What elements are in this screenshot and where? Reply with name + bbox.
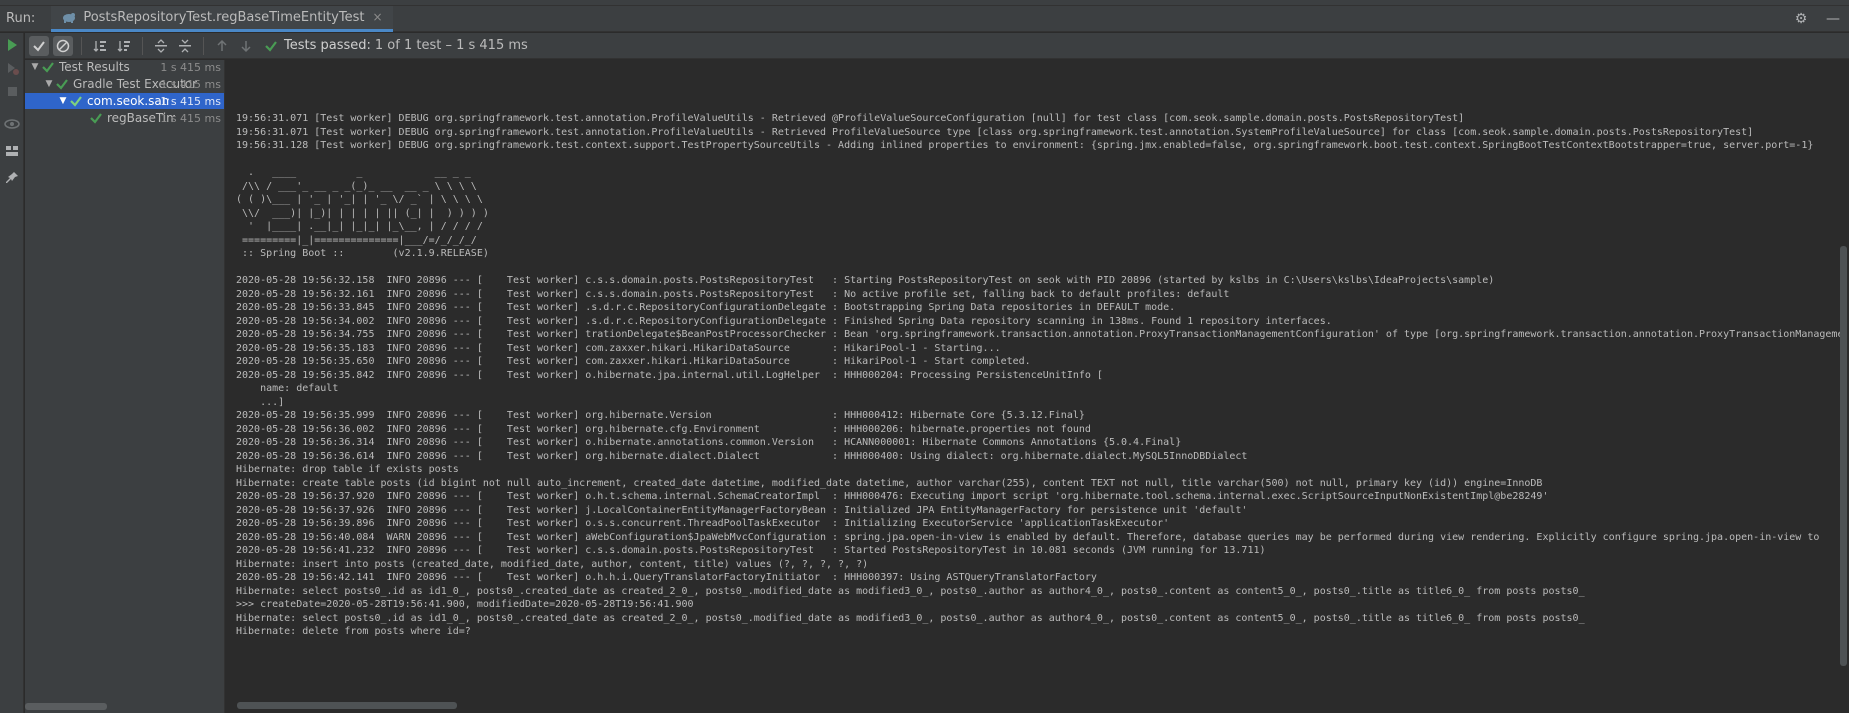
toolbar-separator <box>142 36 143 55</box>
run-tab-title: PostsRepositoryTest.regBaseTimeEntityTes… <box>83 9 365 25</box>
test-tree: ▼ Test Results 1 s 415 ms ▼ Gradle Test … <box>25 60 225 713</box>
tests-status-label: Tests passed: <box>284 38 371 53</box>
expand-all-icon[interactable] <box>151 36 171 56</box>
console-line: Hibernate: select posts0_.id as id1_0_, … <box>236 612 1585 624</box>
console-line: ' |____| .__|_| |_|_| |_\__, | / / / / <box>236 221 483 232</box>
collapse-arrow-icon[interactable]: ▼ <box>43 79 55 89</box>
test-toolbar: Tests passed: 1 of 1 test – 1 s 415 ms <box>25 33 1849 59</box>
check-icon <box>55 77 69 91</box>
console-line: 2020-05-28 19:56:34.755 INFO 20896 --- [… <box>236 329 1846 340</box>
toolbar-separator <box>203 36 204 55</box>
console-line: 2020-05-28 19:56:37.926 INFO 20896 --- [… <box>236 504 1248 516</box>
console-line: 2020-05-28 19:56:35.999 INFO 20896 --- [… <box>236 410 1085 421</box>
console-line: =========|_|==============|___/=/_/_/_/ <box>236 234 477 246</box>
stop-icon[interactable] <box>4 83 20 99</box>
console-line: 2020-05-28 19:56:36.314 INFO 20896 --- [… <box>236 437 1182 448</box>
console-line: 2020-05-28 19:56:35.650 INFO 20896 --- [… <box>236 356 1031 367</box>
console-line: Hibernate: insert into posts (created_da… <box>236 558 869 570</box>
console-vertical-scrollbar[interactable] <box>1840 246 1847 666</box>
console-line: ...] <box>236 396 285 408</box>
run-tool-window: Run: PostsRepositoryTest.regBaseTimeEnti… <box>0 0 1849 713</box>
console-line: /\\ / ___'_ __ _ _(_)_ __ __ _ \ \ \ \ <box>236 180 477 192</box>
close-tab-icon[interactable]: × <box>372 10 382 24</box>
show-ignored-icon[interactable] <box>53 35 73 56</box>
console-output[interactable]: 19:56:31.071 [Test worker] DEBUG org.spr… <box>226 60 1849 713</box>
header-actions: ⚙ — <box>1785 11 1849 27</box>
console-line: \\/ ___)| |_)| | | | | || (_| | ) ) ) ) <box>236 207 489 219</box>
check-icon <box>264 39 278 53</box>
console-line: 2020-05-28 19:56:39.896 INFO 20896 --- [… <box>236 518 1170 529</box>
console-lines: 19:56:31.071 [Test worker] DEBUG org.spr… <box>236 112 1846 639</box>
run-icon[interactable] <box>4 37 20 53</box>
settings-icon[interactable]: ⚙ <box>1793 11 1809 27</box>
collapse-arrow-icon[interactable]: ▼ <box>57 96 69 106</box>
tree-row-gradle-executor[interactable]: ▼ Gradle Test Executor 1 s 415 ms <box>25 76 224 92</box>
console-line: Hibernate: delete from posts where id=? <box>236 626 471 637</box>
console-line: 2020-05-28 19:56:35.183 INFO 20896 --- [… <box>236 342 1001 354</box>
sort-duration-icon[interactable] <box>114 36 134 56</box>
console-line: 2020-05-28 19:56:37.920 INFO 20896 --- [… <box>236 491 1549 502</box>
tests-status-summary: 1 of 1 test – 1 s 415 ms <box>374 38 528 53</box>
sort-alpha-icon[interactable] <box>90 36 110 56</box>
console-line: 2020-05-28 19:56:33.845 INFO 20896 --- [… <box>236 302 1176 313</box>
console-line: :: Spring Boot :: (v2.1.9.RELEASE) <box>236 248 489 259</box>
layout-icon[interactable] <box>4 143 20 159</box>
tree-row-time: 1 s 415 ms <box>160 60 221 74</box>
tree-row-time: 1 s 415 ms <box>160 94 221 108</box>
view-icon[interactable] <box>4 116 20 132</box>
run-label: Run: <box>6 11 36 26</box>
console-line: 2020-05-28 19:56:42.141 INFO 20896 --- [… <box>236 572 1097 583</box>
next-icon[interactable] <box>236 36 256 56</box>
tree-row-test-results[interactable]: ▼ Test Results 1 s 415 ms <box>25 60 224 75</box>
check-icon <box>41 60 55 74</box>
tests-status: Tests passed: 1 of 1 test – 1 s 415 ms <box>264 38 528 53</box>
console-line: Hibernate: drop table if exists posts <box>236 464 459 475</box>
minimize-icon[interactable]: — <box>1825 11 1841 27</box>
run-side-toolbar <box>0 33 24 713</box>
console-line: Hibernate: select posts0_.id as id1_0_, … <box>236 585 1585 597</box>
console-line: 19:56:31.128 [Test worker] DEBUG org.spr… <box>236 140 1814 151</box>
run-header: Run: PostsRepositoryTest.regBaseTimeEnti… <box>0 5 1849 32</box>
console-line: >>> createDate=2020-05-28T19:56:41.900, … <box>236 599 694 610</box>
tree-row-time: 1 s 415 ms <box>160 77 221 91</box>
console-line: 2020-05-28 19:56:40.084 WARN 20896 --- [… <box>236 531 1820 543</box>
console-line: 2020-05-28 19:56:36.614 INFO 20896 --- [… <box>236 450 1248 462</box>
pin-icon[interactable] <box>4 170 20 186</box>
console-line: 2020-05-28 19:56:36.002 INFO 20896 --- [… <box>236 423 1091 435</box>
console-line: 2020-05-28 19:56:32.158 INFO 20896 --- [… <box>236 275 1495 286</box>
check-icon <box>69 94 83 108</box>
console-line: 2020-05-28 19:56:32.161 INFO 20896 --- [… <box>236 288 1230 300</box>
console-line: . ____ _ __ _ _ <box>236 167 471 178</box>
show-passed-icon[interactable] <box>29 35 49 56</box>
toolbar-separator <box>81 36 82 55</box>
console-line: 2020-05-28 19:56:35.842 INFO 20896 --- [… <box>236 369 1103 381</box>
tree-row-test-class[interactable]: ▼ com.seok.sample. 1 s 415 ms <box>25 93 224 109</box>
console-line: 19:56:31.071 [Test worker] DEBUG org.spr… <box>236 113 1465 124</box>
console-horizontal-scrollbar[interactable] <box>237 702 457 709</box>
tree-horizontal-scrollbar[interactable] <box>25 703 107 710</box>
tree-row-label: Test Results <box>59 60 130 74</box>
rerun-failed-icon[interactable] <box>4 60 20 76</box>
check-icon <box>89 111 103 125</box>
tree-row-time: 1 s 415 ms <box>160 111 221 125</box>
gradle-icon <box>61 11 77 23</box>
console-line: ( ( )\___ | '_ | '_| | '_ \/ _` | \ \ \ … <box>236 194 483 205</box>
console-line: 19:56:31.071 [Test worker] DEBUG org.spr… <box>236 126 1754 138</box>
console-line: 2020-05-28 19:56:34.002 INFO 20896 --- [… <box>236 315 1332 327</box>
console-line: Hibernate: create table posts (id bigint… <box>236 477 1543 489</box>
tree-row-label: com.seok.sample. <box>87 94 169 108</box>
collapse-arrow-icon[interactable]: ▼ <box>29 62 41 72</box>
collapse-all-icon[interactable] <box>175 36 195 56</box>
tree-row-test-method[interactable]: regBaseTimeEn 1 s 415 ms <box>25 110 224 126</box>
console-line: 2020-05-28 19:56:41.232 INFO 20896 --- [… <box>236 545 1266 556</box>
console-line: name: default <box>236 383 339 394</box>
run-tab[interactable]: PostsRepositoryTest.regBaseTimeEntityTes… <box>51 5 393 32</box>
previous-icon[interactable] <box>212 36 232 56</box>
